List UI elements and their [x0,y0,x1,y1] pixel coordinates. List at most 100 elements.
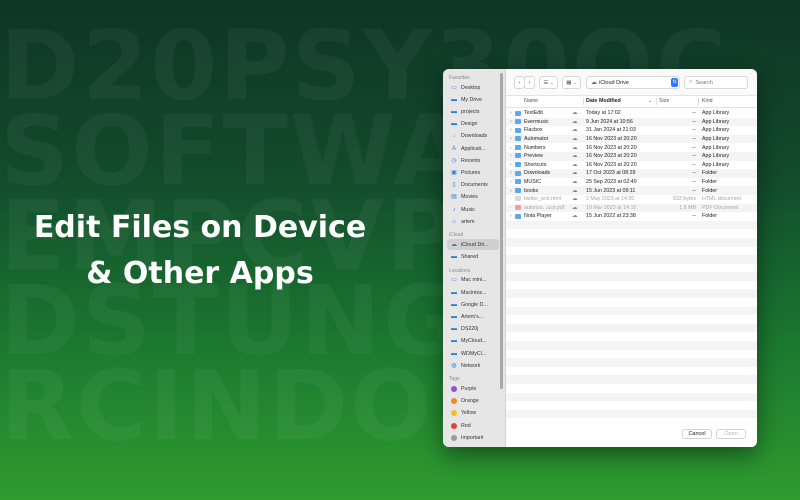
grid-view-button[interactable]: ▦ ⌄ [562,76,581,89]
tag-color-dot-icon [451,385,457,392]
file-date-modified: 15 Jun 2022 at 23:38 [586,213,636,220]
empty-row [506,367,757,376]
sidebar-item-label: artem [461,218,475,225]
file-size: -- [692,170,696,177]
sidebar-item-artem-s[interactable]: ▬ Artem's... [447,311,499,322]
folder-icon [515,153,521,159]
sidebar-item-projects[interactable]: ▬ projects [447,106,499,117]
sidebar-item-label: Macintos... [461,289,487,296]
sidebar-item-label: Pictures [461,169,481,176]
file-row[interactable]: › MUSIC ☁ 25 Sep 2023 at 02:49 -- Folder [506,178,757,187]
search-icon: ⌕ [689,79,693,85]
search-field[interactable]: ⌕ [684,76,748,89]
column-kind[interactable]: Kind [702,98,713,104]
file-name: Numbers [524,144,546,151]
column-date-modified[interactable]: Date Modified [586,98,621,104]
file-size: -- [692,187,696,194]
location-dropdown[interactable]: ☁ iCloud Drive ⇅ [586,76,680,89]
sidebar-item-music[interactable]: ♪ Music [447,204,499,215]
sidebar-item-artem[interactable]: ⌂ artem [447,216,499,227]
sidebar-item-pictures[interactable]: ▣ Pictures [447,167,499,178]
icloud-download-icon: ☁ [572,127,578,134]
icloud-download-icon: ☁ [572,110,578,117]
file-kind: PDF Document [702,204,739,211]
sidebar-item-yellow[interactable]: Yellow [447,408,499,419]
cancel-button[interactable]: Cancel [682,429,712,439]
file-row[interactable]: › Nota Player ☁ 15 Jun 2022 at 23:38 -- Folde… [506,212,757,221]
globe-icon: ◍ [451,362,457,369]
sidebar-item-macintos[interactable]: ▬ Macintos... [447,287,499,298]
forward-button[interactable]: › [524,76,535,89]
search-input[interactable] [695,79,744,86]
chevron-down-icon: ⌄ [573,80,577,85]
sidebar-item-wdmycl[interactable]: ▬ WDMyCl... [447,348,499,359]
disclosure-chevron-icon: › [510,170,512,177]
sidebar-item-recents[interactable]: ◷ Recents [447,155,499,166]
sort-chevron-icon: ⌄ [648,98,653,104]
sidebar-item-ds220j[interactable]: ▬ DS220j [447,324,499,335]
file-name: books [524,187,539,194]
empty-row [506,350,757,359]
sidebar-item-shared[interactable]: ▬ Shared [447,252,499,263]
icloud-download-icon: ☁ [572,161,578,168]
folder-icon: ▬ [451,121,457,128]
sidebar-item-icloud-dri[interactable]: ☁ iCloud Dri... [447,239,499,251]
empty-row [506,315,757,324]
sidebar-item-orange[interactable]: Orange [447,396,499,407]
network-drive-icon: ▬ [451,313,457,320]
file-size: 833 bytes [673,196,696,203]
disclosure-chevron-icon: › [510,127,512,134]
open-button[interactable]: Open [716,429,746,439]
file-row[interactable]: › Numbers ☁ 16 Nov 2023 at 20:20 -- App Libra… [506,143,757,152]
file-row[interactable]: · twitter_test.html ☁ 2 May 2023 at 14:30 83… [506,195,757,204]
sidebar-item-important[interactable]: Important [447,432,499,443]
empty-row [506,229,757,238]
sidebar-item-mac-mini[interactable]: ▭ Mac mini... [447,275,499,286]
grid-view-icon: ▦ [566,79,572,86]
sidebar-item-purple[interactable]: Purple [447,383,499,394]
sidebar-item-mycloud[interactable]: ▬ MyCloud... [447,336,499,347]
sidebar-item-movies[interactable]: ▤ Movies [447,192,499,203]
column-size[interactable]: Size [659,98,669,104]
home-icon: ⌂ [452,218,456,225]
sidebar-item-desktop[interactable]: ▭ Desktop [447,82,499,93]
file-row[interactable]: · autoriza...ucir.pdf ☁ 10 Mar 2023 at 14:1… [506,203,757,213]
file-row[interactable]: › Evermusic ☁ 9 Jun 2024 at 10:56 -- App Libr… [506,117,757,127]
column-name[interactable]: Name [524,98,538,104]
disclosure-chevron-icon: › [510,161,512,168]
photo-icon: ▣ [451,169,457,176]
applications-icon: A [451,145,456,152]
file-size: -- [692,110,696,117]
cloud-icon: ☁ [451,241,457,248]
file-row[interactable]: › Shortcuts ☁ 16 Nov 2023 at 20:20 -- App Lib… [506,161,757,170]
file-kind: App Library [702,118,730,125]
sidebar-item-downloads[interactable]: ↓ Downloads [447,131,499,142]
desktop-icon: ▭ [451,84,457,91]
folder-icon [515,127,521,133]
sidebar-scrollbar[interactable] [500,73,503,389]
empty-row [506,409,757,419]
sidebar-item-google-d[interactable]: ▬ Google D... [447,299,499,310]
sidebar-item-red[interactable]: Red [447,420,499,431]
sidebar-item-design[interactable]: ▬ Design [447,119,499,130]
icloud-download-icon: ☁ [572,136,578,143]
file-row[interactable]: › books ☁ 15 Jun 2023 at 09:11 -- Folder [506,186,757,195]
sidebar-item-applicati[interactable]: A Applicati... [447,143,499,154]
sidebar-item-my-drive[interactable]: ▬ My Drive [447,94,499,105]
pdf-file-icon [515,205,521,211]
sidebar-item-label: Applicati... [461,145,486,152]
file-row[interactable]: › Preview ☁ 16 Nov 2023 at 20:20 -- App Libra… [506,151,757,161]
file-size: -- [692,153,696,160]
icloud-download-icon: ☁ [572,187,578,194]
file-row[interactable]: › Automator ☁ 16 Nov 2023 at 20:20 -- App Lib… [506,134,757,144]
file-size: 1,8 MB [679,204,696,211]
file-row[interactable]: › Flacbox ☁ 31 Jan 2024 at 21:03 -- App Libra… [506,126,757,135]
disclosure-chevron-icon: › [510,187,512,194]
sidebar-item-network[interactable]: ◍ Network [447,360,499,371]
disclosure-chevron-icon: › [510,179,512,186]
download-icon: ↓ [452,133,456,140]
file-row[interactable]: › TextEdit ☁ Today at 17:02 -- App Library [506,109,757,118]
sidebar-item-documents[interactable]: ▯ Documents [447,180,499,191]
list-view-button[interactable]: ☰ ⌄ [539,76,558,89]
file-row[interactable]: › Downloads ☁ 17 Oct 2023 at 08:29 -- Folder [506,169,757,178]
